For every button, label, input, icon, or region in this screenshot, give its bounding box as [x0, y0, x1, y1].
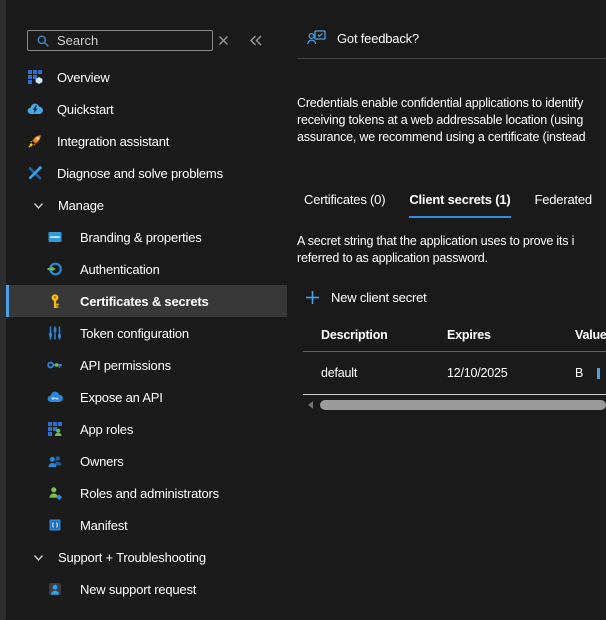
- person-badge-icon: [47, 485, 63, 501]
- clear-search-icon[interactable]: [218, 35, 229, 46]
- sidebar-item-roles-administrators[interactable]: Roles and administrators: [6, 477, 287, 509]
- sidebar-item-label: Certificates & secrets: [80, 294, 209, 309]
- new-client-secret-label: New client secret: [331, 290, 427, 305]
- column-header-expires[interactable]: Expires: [447, 328, 575, 342]
- tab-certificates[interactable]: Certificates (0): [304, 192, 385, 218]
- sidebar-group-label: Manage: [58, 198, 104, 213]
- chevron-down-icon: [32, 199, 45, 212]
- cell-expires: 12/10/2025: [447, 366, 575, 380]
- value-cutoff-fragment: [597, 368, 600, 379]
- table-row[interactable]: default 12/10/2025 B: [303, 352, 606, 394]
- cell-value: B: [575, 366, 606, 380]
- sidebar-item-certificates-secrets[interactable]: Certificates & secrets: [6, 285, 287, 317]
- chevron-down-icon: [32, 551, 45, 564]
- sidebar-item-expose-api[interactable]: Expose an API: [6, 381, 287, 413]
- sidebar-item-overview[interactable]: Overview: [6, 61, 287, 93]
- sidebar-item-branding[interactable]: Branding & properties: [6, 221, 287, 253]
- horizontal-scrollbar[interactable]: [303, 397, 606, 412]
- sidebar-item-token-configuration[interactable]: Token configuration: [6, 317, 287, 349]
- feedback-icon: [307, 30, 326, 46]
- search-input[interactable]: [57, 33, 187, 48]
- sidebar-item-diagnose[interactable]: Diagnose and solve problems: [6, 157, 287, 189]
- toolbar-divider: [297, 58, 606, 59]
- intro-line: Credentials enable confidential applicat…: [297, 95, 606, 112]
- people-icon: [47, 453, 63, 469]
- cloud-icon: [47, 389, 63, 405]
- secret-info-line: referred to as application password.: [297, 250, 606, 267]
- key-icon: [47, 293, 63, 309]
- cell-description: default: [321, 366, 447, 380]
- client-secret-description: A secret string that the application use…: [297, 233, 606, 267]
- sidebar: Overview Quickstart Integration assistan…: [6, 0, 287, 620]
- scrollbar-thumb[interactable]: [320, 400, 606, 410]
- tab-federated-credentials[interactable]: Federated: [535, 192, 592, 218]
- sidebar-item-label: Owners: [80, 454, 124, 469]
- collapse-menu-icon[interactable]: [249, 34, 263, 47]
- main-content: Got feedback? Credentials enable confide…: [287, 0, 606, 620]
- sidebar-item-owners[interactable]: Owners: [6, 445, 287, 477]
- table-header-row: Description Expires Value: [303, 322, 606, 351]
- table-row-divider: [303, 394, 606, 395]
- overview-icon: [27, 69, 43, 85]
- sidebar-item-label: Token configuration: [80, 326, 189, 341]
- search-icon: [36, 34, 50, 48]
- sidebar-item-label: Branding & properties: [80, 230, 202, 245]
- app-roles-icon: [47, 421, 63, 437]
- sidebar-nav: Overview Quickstart Integration assistan…: [6, 61, 287, 605]
- support-person-icon: [47, 581, 63, 597]
- api-permissions-icon: [47, 357, 63, 373]
- sidebar-item-label: Manifest: [80, 518, 128, 533]
- sidebar-item-label: API permissions: [80, 358, 171, 373]
- manifest-icon: [47, 517, 63, 533]
- sidebar-item-quickstart[interactable]: Quickstart: [6, 93, 287, 125]
- sidebar-item-label: Authentication: [80, 262, 160, 277]
- credentials-intro-text: Credentials enable confidential applicat…: [297, 95, 606, 146]
- plus-icon: [305, 290, 320, 305]
- new-client-secret-button[interactable]: New client secret: [305, 290, 427, 305]
- sidebar-item-label: New support request: [80, 582, 196, 597]
- sidebar-item-new-support-request[interactable]: New support request: [6, 573, 287, 605]
- feedback-label: Got feedback?: [337, 31, 419, 46]
- branding-icon: [47, 229, 63, 245]
- got-feedback-button[interactable]: Got feedback?: [307, 30, 419, 46]
- sidebar-item-app-roles[interactable]: App roles: [6, 413, 287, 445]
- quickstart-cloud-icon: [27, 101, 43, 117]
- sidebar-group-label: Support + Troubleshooting: [58, 550, 206, 565]
- secrets-table: Description Expires Value default 12/10/…: [303, 322, 606, 412]
- sidebar-item-label: App roles: [80, 422, 133, 437]
- column-header-value[interactable]: Value: [575, 328, 606, 342]
- rocket-icon: [27, 133, 43, 149]
- sidebar-item-label: Overview: [57, 70, 110, 85]
- sidebar-item-manifest[interactable]: Manifest: [6, 509, 287, 541]
- tab-client-secrets[interactable]: Client secrets (1): [409, 192, 510, 218]
- sidebar-group-support-troubleshooting[interactable]: Support + Troubleshooting: [6, 541, 287, 573]
- secret-info-line: A secret string that the application use…: [297, 233, 606, 250]
- sidebar-item-api-permissions[interactable]: API permissions: [6, 349, 287, 381]
- sidebar-item-label: Expose an API: [80, 390, 163, 405]
- sidebar-item-label: Roles and administrators: [80, 486, 219, 501]
- intro-line: assurance, we recommend using a certific…: [297, 129, 606, 146]
- sidebar-item-authentication[interactable]: Authentication: [6, 253, 287, 285]
- app-registration-blade: Overview Quickstart Integration assistan…: [0, 0, 606, 620]
- tab-bar: Certificates (0) Client secrets (1) Fede…: [304, 192, 606, 218]
- authentication-icon: [47, 261, 63, 277]
- scroll-left-arrow-icon[interactable]: [306, 400, 316, 410]
- sidebar-item-integration-assistant[interactable]: Integration assistant: [6, 125, 287, 157]
- sidebar-group-manage[interactable]: Manage: [6, 189, 287, 221]
- search-box[interactable]: [27, 30, 213, 51]
- sliders-icon: [47, 325, 63, 341]
- sidebar-item-label: Quickstart: [57, 102, 114, 117]
- sidebar-item-label: Integration assistant: [57, 134, 169, 149]
- tools-icon: [27, 165, 43, 181]
- intro-line: receiving tokens at a web addressable lo…: [297, 112, 606, 129]
- sidebar-item-label: Diagnose and solve problems: [57, 166, 223, 181]
- column-header-description[interactable]: Description: [321, 328, 447, 342]
